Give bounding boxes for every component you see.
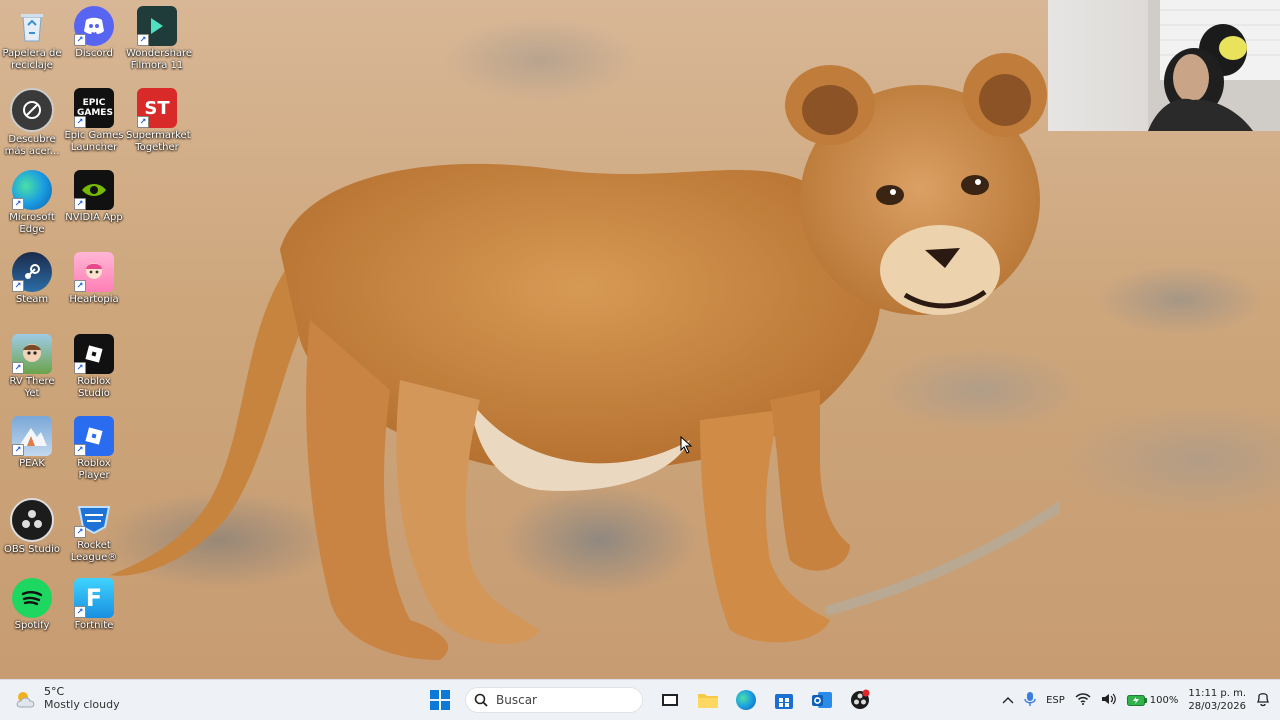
weather-widget[interactable]: 5°C Mostly cloudy	[14, 686, 120, 711]
heartopia-icon: ↗	[74, 252, 114, 292]
epic-games-icon: EPIC GAMES ↗	[74, 88, 114, 128]
desktop-icon-filmora[interactable]: ↗ Wondershare Filmora 11	[125, 2, 193, 72]
roblox-studio-icon: ↗	[74, 334, 114, 374]
system-tray: ESP 100% 11:11 p. m. 28/03/2026	[1002, 680, 1270, 720]
desktop-icon-rv-there-yet[interactable]: ↗ RV There Yet	[0, 330, 64, 400]
taskbar-store[interactable]	[769, 685, 799, 715]
obs-recording-icon	[851, 689, 870, 709]
peak-icon: ↗	[12, 416, 52, 456]
webcam-person-icon	[1148, 0, 1280, 131]
desktop-icon-supermarket[interactable]: ST ↗ Supermarket Together	[125, 84, 191, 154]
search-placeholder: Buscar	[496, 693, 537, 707]
desktop-icon-edge[interactable]: ↗ Microsoft Edge	[0, 166, 64, 236]
desktop-icon-label: Microsoft Edge	[9, 212, 55, 235]
weather-temp: 5°C	[44, 685, 65, 698]
battery-icon	[1126, 694, 1147, 706]
nvidia-icon: ↗	[74, 170, 114, 210]
desktop-icon-label: Heartopia	[69, 294, 119, 305]
taskbar-outlook[interactable]	[807, 685, 837, 715]
desktop-icon-label: Roblox Player	[77, 458, 111, 481]
battery-indicator[interactable]: 100%	[1126, 694, 1179, 706]
taskbar-search-box[interactable]: Buscar	[465, 687, 643, 713]
recycle-bin-icon	[12, 6, 52, 46]
start-button[interactable]	[425, 685, 455, 715]
desktop-icon-label: RV There Yet	[9, 376, 55, 399]
desktop-icon-acer[interactable]: Descubre más acer...	[0, 84, 64, 158]
desktop-icon-spotify[interactable]: Spotify	[0, 574, 64, 632]
edge-icon: ↗	[12, 170, 52, 210]
acer-icon	[10, 88, 54, 132]
desktop-icon-label: Roblox Studio	[77, 376, 111, 399]
windows-logo-icon	[430, 690, 450, 710]
roblox-player-icon: ↗	[74, 416, 114, 456]
taskbar-center: Buscar	[425, 684, 875, 716]
weather-desc: Mostly cloudy	[44, 698, 120, 711]
desktop-icon-fortnite[interactable]: F ↗ Fortnite	[62, 574, 126, 632]
desktop-icon-label: OBS Studio	[4, 544, 60, 555]
desktop-icon-label: NVIDIA App	[65, 212, 123, 223]
fortnite-logo-text: F	[85, 584, 103, 612]
battery-percent: 100%	[1149, 694, 1179, 706]
wifi-icon[interactable]	[1075, 692, 1091, 708]
desktop-icon-label: Spotify	[14, 620, 50, 631]
search-icon	[474, 693, 488, 707]
edge-icon	[736, 690, 756, 710]
obs-icon	[10, 498, 54, 542]
language-indicator[interactable]: ESP	[1046, 695, 1065, 706]
store-icon	[775, 694, 793, 709]
desktop-icon-recycle-bin[interactable]: Papelera de reciclaje	[0, 2, 64, 72]
rv-there-yet-icon: ↗	[12, 334, 52, 374]
desktop-icon-obs[interactable]: OBS Studio	[0, 494, 64, 556]
desktop-icon-peak[interactable]: ↗ PEAK	[0, 412, 64, 470]
folder-icon	[698, 694, 718, 708]
desktop-icon-label: Descubre más acer...	[4, 134, 60, 157]
taskbar-obs[interactable]	[845, 685, 875, 715]
desktop-icon-steam[interactable]: ↗ Steam	[0, 248, 64, 306]
notification-bell-icon[interactable]	[1256, 691, 1270, 710]
desktop-icon-nvidia[interactable]: ↗ NVIDIA App	[62, 166, 126, 224]
desktop-icon-label: Wondershare Filmora 11	[126, 48, 193, 71]
desktop-icon-heartopia[interactable]: ↗ Heartopia	[62, 248, 126, 306]
desktop-icon-label: PEAK	[19, 458, 45, 469]
chevron-up-icon[interactable]	[1002, 694, 1014, 707]
taskbar-task-view[interactable]	[655, 685, 685, 715]
desktop-icon-label: Supermarket Together	[126, 130, 191, 153]
clock-date: 28/03/2026	[1188, 701, 1246, 712]
clock-time: 11:11 p. m.	[1188, 688, 1246, 699]
epic-games-logo-text: EPIC GAMES	[77, 98, 113, 118]
taskbar-file-explorer[interactable]	[693, 685, 723, 715]
taskbar-edge[interactable]	[731, 685, 761, 715]
filmora-icon: ↗	[137, 6, 177, 46]
outlook-icon	[812, 692, 832, 708]
supermarket-icon: ST ↗	[137, 88, 177, 128]
cloudy-weather-icon	[16, 691, 35, 707]
desktop-icon-label: Discord	[75, 48, 113, 59]
spotify-icon	[12, 578, 52, 618]
desktop-icon-label: Fortnite	[74, 620, 114, 631]
clock[interactable]: 11:11 p. m. 28/03/2026	[1188, 687, 1246, 713]
webcam-overlay	[1048, 0, 1280, 131]
discord-icon: ↗	[74, 6, 114, 46]
microphone-icon[interactable]	[1024, 691, 1036, 710]
desktop-icon-label: Epic Games Launcher	[64, 130, 124, 153]
desktop-icon-roblox-studio[interactable]: ↗ Roblox Studio	[62, 330, 126, 400]
steam-icon: ↗	[12, 252, 52, 292]
task-view-icon	[662, 694, 678, 706]
desktop-icon-rocket-league[interactable]: ↗ Rocket League®	[62, 494, 126, 564]
fortnite-icon: F ↗	[74, 578, 114, 618]
desktop-icon-label: Steam	[15, 294, 49, 305]
rocket-league-icon: ↗	[74, 498, 114, 538]
desktop-icon-label: Rocket League®	[70, 540, 118, 563]
desktop-icon-discord[interactable]: ↗ Discord	[62, 2, 126, 60]
desktop-icon-epic-games[interactable]: EPIC GAMES ↗ Epic Games Launcher	[62, 84, 126, 154]
desktop-icon-roblox-player[interactable]: ↗ Roblox Player	[62, 412, 126, 482]
taskbar: 5°C Mostly cloudy Buscar ESP 100% 11:11 …	[0, 679, 1280, 720]
desktop-icon-label: Papelera de reciclaje	[2, 48, 62, 71]
volume-icon[interactable]	[1101, 693, 1117, 708]
mouse-cursor-icon	[680, 436, 693, 454]
